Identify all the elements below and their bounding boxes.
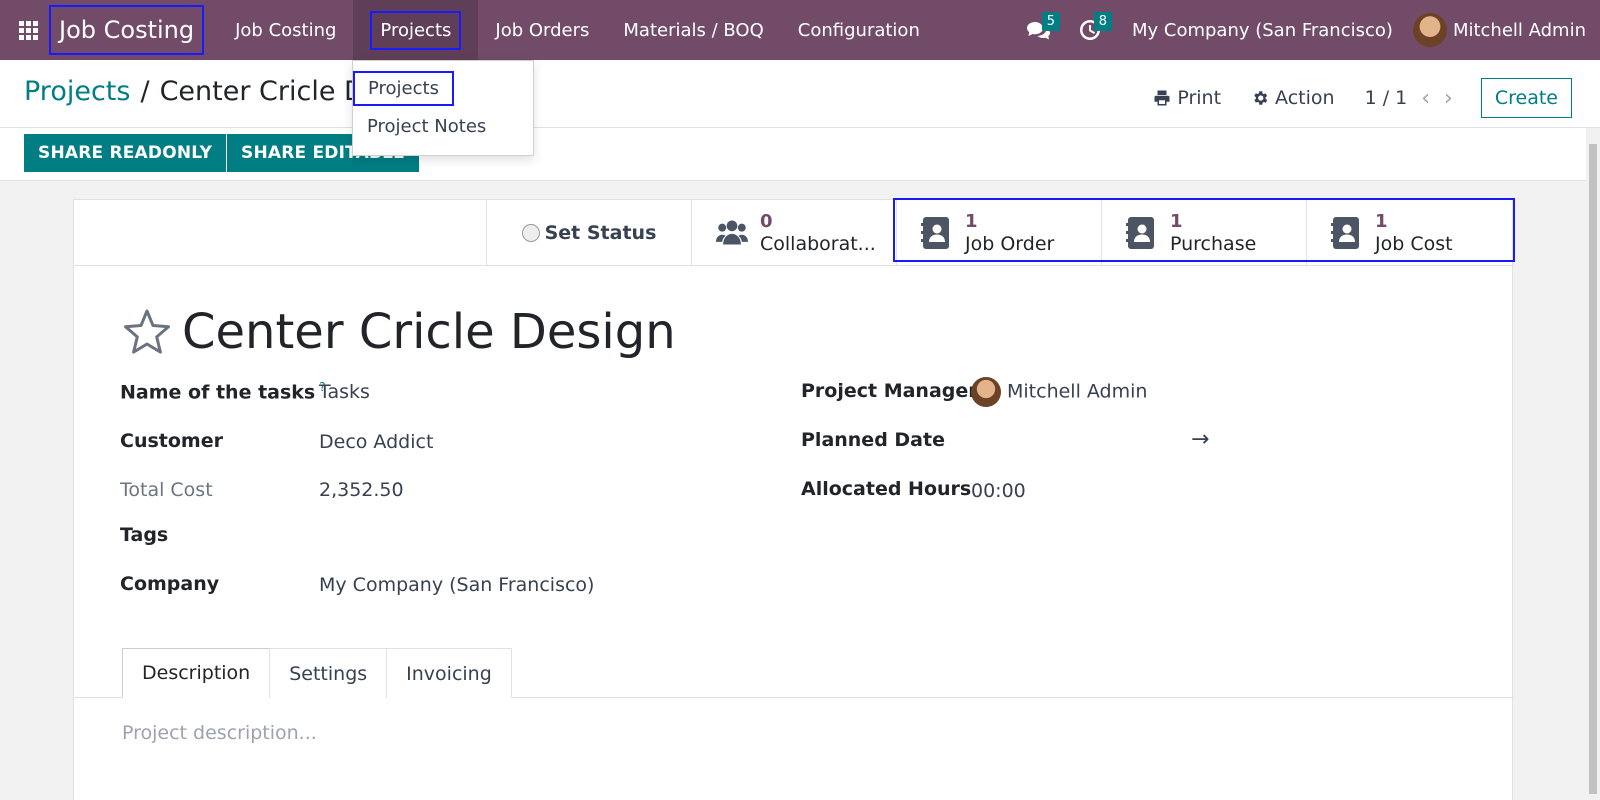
- pager-next-icon[interactable]: ›: [1444, 86, 1453, 111]
- project-title[interactable]: Center Cricle Design: [182, 304, 676, 360]
- apps-grid-icon: [18, 20, 38, 40]
- purchase-smart-button[interactable]: 1 Purchase: [1101, 200, 1306, 266]
- date-range-arrow-icon: →: [1191, 427, 1210, 452]
- planned-date-end-input[interactable]: [1234, 429, 1414, 457]
- collaborators-label: Collaborat...: [760, 233, 876, 255]
- gear-icon: [1254, 91, 1268, 105]
- record-title-row: Center Cricle Design: [122, 304, 676, 360]
- menu-label: Job Orders: [495, 19, 590, 41]
- company-label: Company: [120, 573, 220, 595]
- tab-settings[interactable]: Settings: [269, 648, 388, 698]
- menu-label: Projects: [370, 10, 462, 50]
- status-radio-icon: [521, 224, 540, 242]
- notebook-tabs: Description Settings Invoicing: [122, 648, 512, 698]
- project-manager-label: Project Manager: [801, 380, 978, 402]
- control-panel-actions: Print Action 1 / 1 ‹ › Create: [1153, 78, 1600, 118]
- dropdown-item-projects[interactable]: Projects: [353, 69, 533, 107]
- control-panel: Projects / Center Cricle Design Print Ac…: [0, 60, 1600, 128]
- avatar: [971, 377, 1001, 407]
- apps-menu-button[interactable]: [0, 0, 56, 60]
- total-cost-label: Total Cost: [120, 479, 213, 501]
- tags-field[interactable]: [319, 522, 719, 550]
- project-manager-field[interactable]: Mitchell Admin: [971, 377, 1147, 407]
- company-switcher[interactable]: My Company (San Francisco): [1116, 20, 1413, 41]
- user-menu[interactable]: Mitchell Admin: [1412, 13, 1600, 47]
- pager-previous-icon[interactable]: ‹: [1421, 86, 1430, 111]
- allocated-hours-label: Allocated Hours: [801, 478, 972, 500]
- menu-job-orders[interactable]: Job Orders: [478, 0, 606, 60]
- job-order-smart-button[interactable]: 1 Job Order: [896, 200, 1101, 266]
- planned-date-label: Planned Date: [801, 429, 945, 451]
- menu-materials-boq[interactable]: Materials / BOQ: [606, 0, 780, 60]
- activities-badge: 8: [1093, 12, 1112, 31]
- job-cost-label: Job Cost: [1375, 233, 1453, 255]
- share-readonly-button[interactable]: SHARE READONLY: [24, 134, 227, 172]
- messages-button[interactable]: 5: [1012, 0, 1064, 60]
- menu-job-costing[interactable]: Job Costing: [218, 0, 353, 60]
- menu-projects[interactable]: Projects: [353, 0, 479, 60]
- avatar: [1412, 13, 1447, 47]
- total-cost-value: 2,352.50: [319, 479, 404, 501]
- tasks-label: Name of the tasks: [120, 381, 316, 404]
- user-name: Mitchell Admin: [1452, 19, 1586, 41]
- activities-button[interactable]: 8: [1064, 0, 1116, 60]
- navbar-systray: 5 8 My Company (San Francisco) Mitchell …: [1012, 0, 1600, 60]
- tab-description[interactable]: Description: [122, 648, 271, 698]
- set-status-button[interactable]: Set Status: [486, 200, 691, 266]
- job-cost-count: 1: [1375, 211, 1388, 232]
- company-field[interactable]: My Company (San Francisco): [319, 574, 594, 596]
- customer-label: Customer: [120, 430, 223, 452]
- scrollbar-thumb[interactable]: [1589, 144, 1597, 794]
- dropdown-item-label: Project Notes: [367, 115, 487, 137]
- top-navbar: Job Costing Job Costing Projects Job Ord…: [0, 0, 1600, 60]
- job-cost-smart-button[interactable]: 1 Job Cost: [1306, 200, 1511, 266]
- dropdown-item-label: Projects: [353, 70, 454, 106]
- project-description-editor[interactable]: Project description...: [122, 722, 317, 744]
- tags-label: Tags: [120, 524, 169, 546]
- print-button[interactable]: Print: [1153, 87, 1221, 109]
- app-brand[interactable]: Job Costing: [49, 5, 205, 55]
- job-order-label: Job Order: [965, 233, 1055, 255]
- menu-configuration[interactable]: Configuration: [781, 0, 937, 60]
- star-icon[interactable]: [122, 307, 172, 357]
- breadcrumb-projects-link[interactable]: Projects: [24, 76, 130, 107]
- users-icon: [716, 220, 748, 245]
- pager-value[interactable]: 1 / 1: [1365, 87, 1408, 109]
- print-icon: [1154, 90, 1170, 106]
- purchase-count: 1: [1170, 211, 1183, 232]
- tab-invoicing[interactable]: Invoicing: [386, 648, 512, 698]
- action-button[interactable]: Action: [1251, 87, 1335, 109]
- menu-label: Job Costing: [235, 19, 337, 41]
- smart-button-box: Set Status 0 Collaborat... 1 Job Order 1 Pu…: [74, 198, 1515, 266]
- address-book-icon: [1126, 217, 1154, 249]
- menu-label: Configuration: [797, 19, 920, 41]
- allocated-hours-input[interactable]: 00:00: [971, 480, 1026, 502]
- purchase-label: Purchase: [1170, 233, 1257, 255]
- tasks-field-label: Name of the tasks?: [120, 380, 326, 403]
- print-label: Print: [1177, 87, 1222, 109]
- dropdown-item-project-notes[interactable]: Project Notes: [353, 107, 533, 145]
- form-statusbar: SHARE READONLY SHARE EDITABLE: [0, 128, 1586, 181]
- action-label: Action: [1275, 87, 1335, 109]
- address-book-icon: [1331, 217, 1359, 249]
- menu-label: Materials / BOQ: [623, 19, 764, 41]
- address-book-icon: [921, 217, 949, 249]
- tasks-name-input[interactable]: Tasks: [319, 381, 370, 403]
- set-status-label: Set Status: [544, 222, 657, 244]
- customer-field[interactable]: Deco Addict: [319, 431, 433, 453]
- job-order-count: 1: [965, 211, 978, 232]
- create-button[interactable]: Create: [1480, 78, 1572, 118]
- form-sheet: Set Status 0 Collaborat... 1 Job Order 1 Pu…: [73, 198, 1515, 800]
- planned-date-start-input[interactable]: [971, 429, 1151, 457]
- projects-dropdown-menu: Projects Project Notes: [352, 60, 534, 156]
- collaborators-count: 0: [760, 211, 773, 232]
- collaborators-button[interactable]: 0 Collaborat...: [691, 200, 896, 266]
- messages-badge: 5: [1041, 12, 1060, 31]
- project-manager-name: Mitchell Admin: [1007, 380, 1148, 403]
- breadcrumb-separator: /: [140, 76, 150, 107]
- vertical-scrollbar[interactable]: [1586, 128, 1600, 800]
